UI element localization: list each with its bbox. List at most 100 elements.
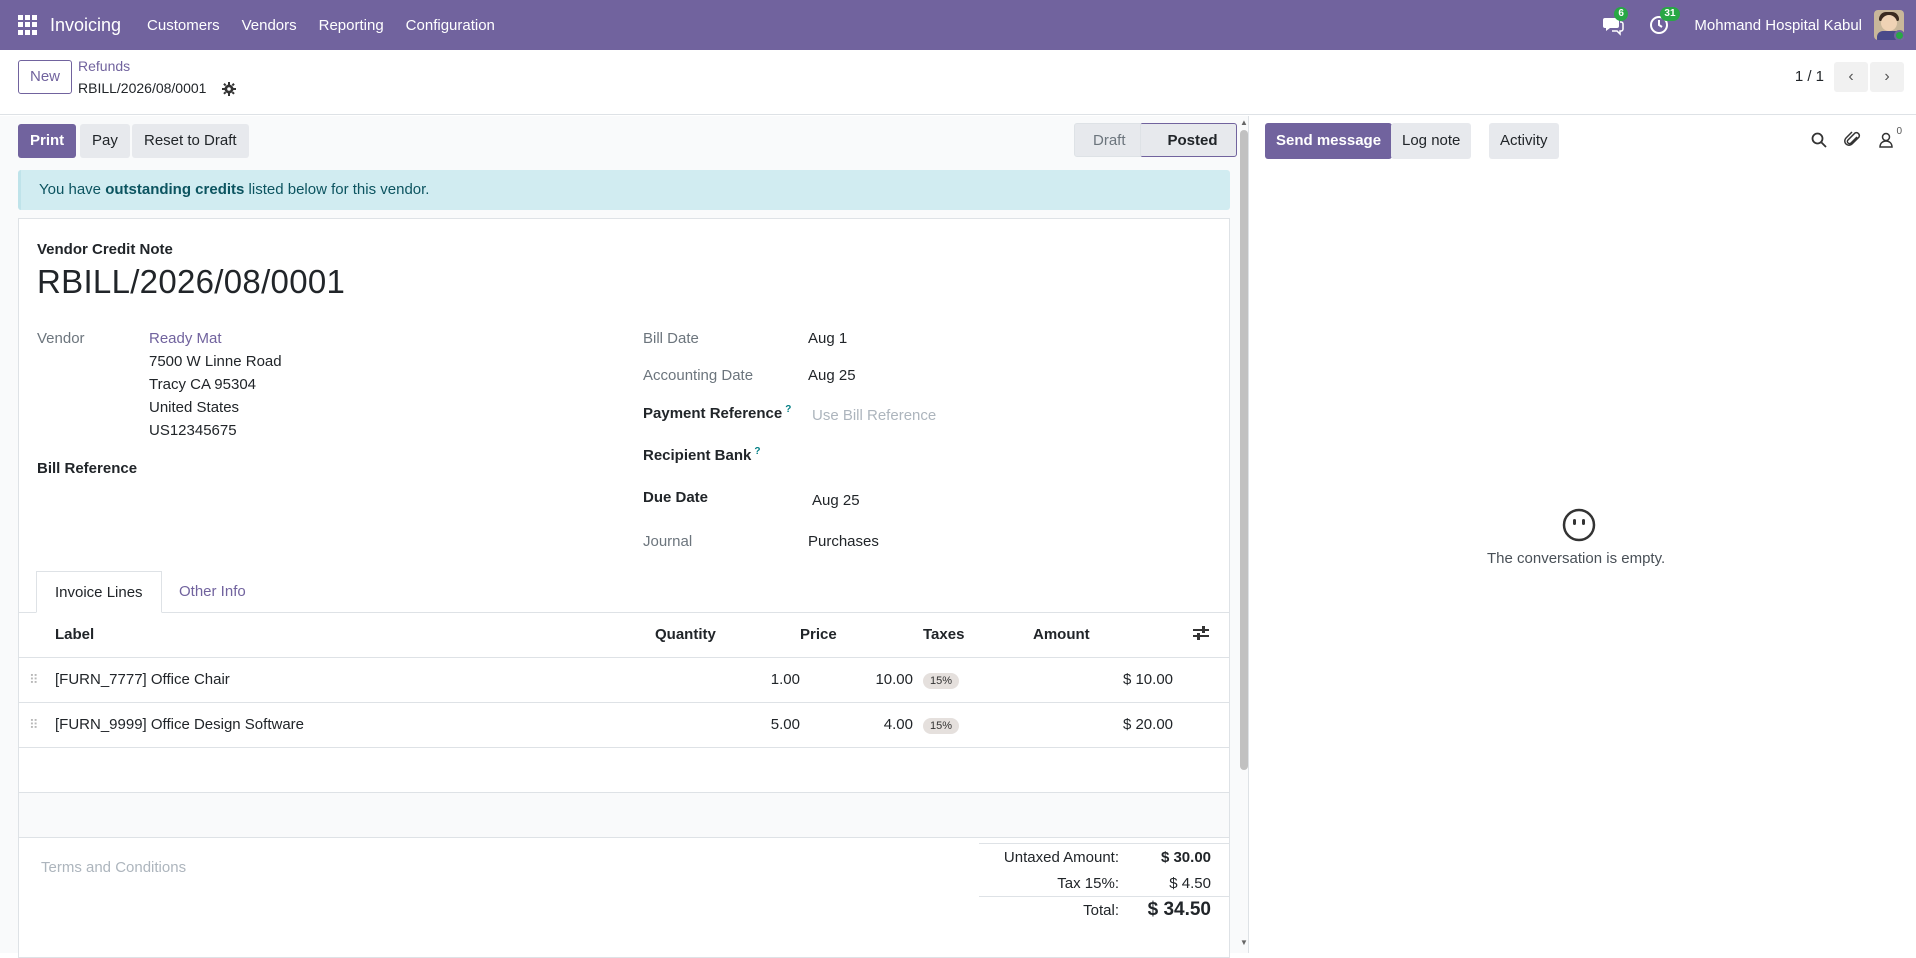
online-status-icon [1894, 30, 1904, 40]
line-quantity[interactable]: 1.00 [655, 657, 800, 703]
line-taxes[interactable]: 15% [913, 702, 1033, 748]
pay-button[interactable]: Pay [80, 124, 130, 158]
line-taxes[interactable]: 15% [913, 657, 1033, 703]
line-quantity[interactable]: 5.00 [655, 702, 800, 748]
chatter-panel: Send message Log note Activity 0 The con… [1248, 116, 1916, 953]
due-date-label: Due Date [643, 489, 709, 506]
alert-text-bold: outstanding credits [105, 181, 245, 198]
tab-other-info[interactable]: Other Info [161, 571, 264, 613]
column-header-quantity[interactable]: Quantity [655, 613, 800, 658]
tab-invoice-lines[interactable]: Invoice Lines [36, 571, 162, 613]
column-header-taxes[interactable]: Taxes [913, 613, 1033, 658]
send-message-button[interactable]: Send message [1265, 123, 1393, 159]
column-header-amount[interactable]: Amount [1033, 613, 1173, 658]
total-value: $ 34.50 [1147, 899, 1211, 920]
untaxed-amount-row: Untaxed Amount: $ 30.00 [979, 844, 1229, 870]
tax-value: $ 4.50 [1169, 875, 1211, 892]
accounting-date-field[interactable]: Aug 25 [808, 367, 856, 384]
column-header-label[interactable]: Label [55, 613, 655, 658]
totals-summary: Untaxed Amount: $ 30.00 Tax 15%: $ 4.50 … [979, 843, 1229, 926]
table-header-row: Label Quantity Price Taxes Amount [19, 613, 1229, 658]
table-row[interactable]: ⠿ [FURN_7777] Office Chair 1.00 10.00 15… [19, 657, 1229, 703]
status-bar: Draft Posted [1074, 123, 1237, 157]
neutral-face-icon [1562, 508, 1596, 542]
activities-clock-icon[interactable]: 31 [1648, 7, 1680, 36]
apps-menu-icon[interactable] [18, 15, 38, 35]
optional-columns-toggle[interactable] [1173, 613, 1229, 658]
empty-row [19, 747, 1229, 793]
untaxed-amount-label: Untaxed Amount: [1003, 849, 1119, 866]
form-scrollbar[interactable] [1240, 130, 1248, 770]
followers-count: 0 [1896, 126, 1902, 137]
paperclip-icon[interactable] [1844, 131, 1864, 151]
drag-handle-icon[interactable]: ⠿ [19, 657, 55, 703]
activities-badge: 31 [1660, 7, 1680, 21]
control-panel: New Refunds RBILL/2026/08/0001 1 / 1 ‹ › [0, 50, 1916, 115]
total-label: Total: [1083, 902, 1119, 919]
menu-configuration[interactable]: Configuration [406, 17, 495, 34]
document-type: Vendor Credit Note [37, 241, 173, 258]
menu-vendors[interactable]: Vendors [242, 17, 297, 34]
tax-badge: 15% [923, 717, 960, 734]
menu-reporting[interactable]: Reporting [319, 17, 384, 34]
terms-and-conditions-input[interactable]: Terms and Conditions [41, 859, 186, 876]
table-row[interactable]: ⠿ [FURN_9999] Office Design Software 5.0… [19, 702, 1229, 748]
vendor-label: Vendor [37, 330, 85, 347]
gear-icon[interactable] [222, 82, 236, 96]
status-posted[interactable]: Posted [1140, 123, 1237, 157]
reset-to-draft-button[interactable]: Reset to Draft [132, 124, 249, 158]
app-name[interactable]: Invoicing [50, 15, 121, 36]
total-row: Total: $ 34.50 [979, 896, 1229, 926]
user-avatar[interactable] [1874, 10, 1904, 40]
bill-date-label: Bill Date [643, 330, 699, 347]
company-switcher[interactable]: Mohmand Hospital Kabul [1694, 17, 1862, 34]
help-icon[interactable]: ? [754, 446, 760, 457]
bill-date-field[interactable]: Aug 1 [808, 330, 847, 347]
scroll-down-arrow[interactable]: ▼ [1240, 938, 1248, 947]
line-label[interactable]: [FURN_9999] Office Design Software [55, 702, 655, 748]
vendor-address-line: United States [149, 399, 240, 416]
scroll-up-arrow[interactable]: ▲ [1240, 118, 1248, 127]
untaxed-amount-value: $ 30.00 [1160, 849, 1211, 866]
form-view: Print Pay Reset to Draft Draft Posted Yo… [0, 116, 1248, 958]
print-button[interactable]: Print [18, 124, 77, 158]
menu-customers[interactable]: Customers [147, 17, 220, 34]
search-icon[interactable] [1810, 131, 1830, 151]
line-price[interactable]: 4.00 [800, 702, 913, 748]
top-navbar: Invoicing Customers Vendors Reporting Co… [0, 0, 1916, 50]
journal-field[interactable]: Purchases [808, 533, 879, 550]
line-label[interactable]: [FURN_7777] Office Chair [55, 657, 655, 703]
breadcrumb-current: RBILL/2026/08/0001 [78, 80, 207, 96]
vendor-address-line: 7500 W Linne Road [149, 353, 282, 370]
payment-reference-label: Payment Reference? [643, 404, 791, 422]
pager-previous-button[interactable]: ‹ [1834, 62, 1868, 92]
line-price[interactable]: 10.00 [800, 657, 913, 703]
log-note-button[interactable]: Log note [1391, 123, 1472, 159]
followers-icon[interactable]: 0 [1878, 126, 1902, 151]
column-header-price[interactable]: Price [800, 613, 913, 658]
new-button[interactable]: New [18, 60, 73, 94]
messages-icon[interactable]: 6 [1602, 7, 1628, 36]
alert-text-prefix: You have [39, 181, 106, 198]
pager-next-button[interactable]: › [1870, 62, 1904, 92]
form-sheet: Vendor Credit Note RBILL/2026/08/0001 Ve… [18, 218, 1230, 958]
breadcrumb-parent[interactable]: Refunds [78, 58, 130, 74]
payment-reference-label-text: Payment Reference [643, 405, 783, 422]
line-amount: $ 20.00 [1033, 702, 1173, 748]
line-amount: $ 10.00 [1033, 657, 1173, 703]
chevron-right-icon: › [1884, 68, 1890, 85]
drag-handle-icon[interactable]: ⠿ [19, 702, 55, 748]
activity-button[interactable]: Activity [1489, 123, 1559, 159]
alert-text-suffix: listed below for this vendor. [244, 181, 430, 198]
vendor-name-link[interactable]: Ready Mat [149, 330, 222, 347]
due-date-field[interactable]: Aug 25 [812, 492, 860, 509]
payment-reference-input[interactable]: Use Bill Reference [812, 407, 936, 424]
line-spacer [1173, 702, 1229, 748]
notebook-tabs: Invoice Lines Other Info [19, 571, 1229, 613]
recipient-bank-label-text: Recipient Bank [643, 447, 752, 464]
help-icon[interactable]: ? [785, 404, 791, 415]
vendor-vat: US12345675 [149, 422, 237, 439]
status-draft[interactable]: Draft [1074, 123, 1141, 157]
document-name: RBILL/2026/08/0001 [37, 263, 346, 300]
pager-value[interactable]: 1 / 1 [1795, 68, 1824, 85]
